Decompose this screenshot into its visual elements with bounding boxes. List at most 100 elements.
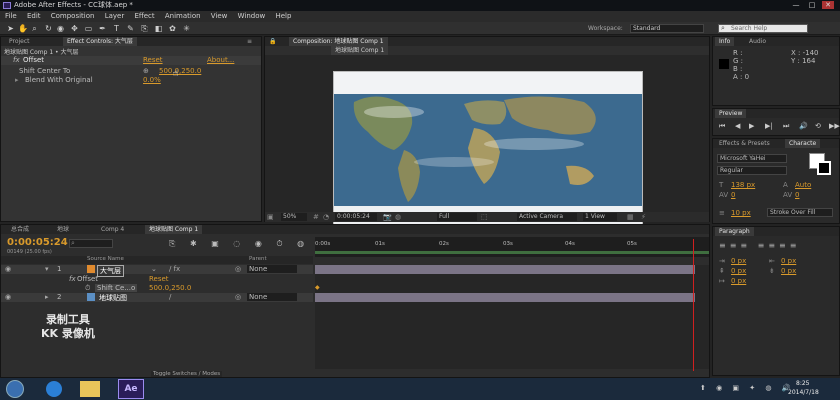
font-size-value[interactable]: 138 px	[731, 181, 755, 189]
target-icon[interactable]: ⊕	[143, 67, 149, 75]
menu-help[interactable]: Help	[275, 12, 291, 20]
layer-expand-icon[interactable]: ▸	[45, 293, 49, 301]
ram-preview-icon[interactable]: ▶▶	[829, 122, 840, 130]
align-buttons[interactable]: ≡≡≡ ≡≡≡≡	[719, 241, 800, 250]
close-button[interactable]: ✕	[822, 1, 834, 9]
hand-tool-icon[interactable]: ✋	[18, 24, 28, 33]
menu-edit[interactable]: Edit	[27, 12, 41, 20]
eye-icon[interactable]: ◉	[5, 265, 11, 273]
menu-effect[interactable]: Effect	[134, 12, 154, 20]
zoom-select[interactable]: 50%	[281, 213, 307, 221]
ie-icon[interactable]	[46, 381, 62, 397]
pan-behind-tool-icon[interactable]: ✥	[70, 24, 79, 33]
resolution-select[interactable]: Full	[437, 213, 477, 221]
selection-tool-icon[interactable]: ➤	[6, 24, 15, 33]
audio-icon[interactable]: 🔊	[799, 122, 808, 130]
playhead-line[interactable]	[693, 239, 694, 371]
roto-tool-icon[interactable]: ✿	[168, 24, 177, 33]
timeline-timecode[interactable]: 0:00:05:24	[7, 237, 68, 248]
keyframe-icon[interactable]: ◆	[315, 284, 320, 291]
tab-timeline-zonghecheng[interactable]: 总合成	[7, 225, 33, 234]
menu-composition[interactable]: Composition	[51, 12, 95, 20]
timeline-effect-name[interactable]: Offset	[77, 275, 98, 283]
stroke-color-swatch[interactable]	[817, 161, 831, 175]
roi-icon[interactable]: ⬚	[481, 213, 488, 221]
play-icon[interactable]: ▶	[749, 122, 754, 130]
tray-icons[interactable]: ⬆ ◉ ▣ ✦ ◍ 🔊	[700, 384, 794, 392]
layer-expand-icon[interactable]: ▾	[45, 265, 49, 273]
work-area-bar[interactable]	[315, 251, 709, 254]
mask-icon[interactable]: ◔	[323, 213, 329, 221]
fast-previews-icon[interactable]: ⚡	[641, 213, 646, 221]
menu-animation[interactable]: Animation	[165, 12, 201, 20]
channel-icon[interactable]: ◍	[395, 213, 401, 221]
grid-icon[interactable]: #	[313, 213, 319, 221]
views-select[interactable]: 1 View	[583, 213, 617, 221]
rect-mask-tool-icon[interactable]: ▭	[84, 24, 93, 33]
tab-effects-presets[interactable]: Effects & Presets	[715, 139, 774, 148]
kerning-value[interactable]: 0	[731, 191, 735, 199]
tab-info[interactable]: Info	[715, 37, 735, 46]
panel-menu-icon[interactable]: ≡	[247, 37, 252, 46]
stroke-mode-select[interactable]: Stroke Over Fill	[767, 208, 833, 217]
fx-icon[interactable]: fx	[13, 56, 20, 64]
maximize-button[interactable]: □	[806, 1, 818, 9]
space-before-value[interactable]: 0 px	[731, 267, 746, 275]
effect-reset-link[interactable]: Reset	[143, 56, 163, 64]
tab-timeline-diqiu[interactable]: 地球	[53, 225, 73, 234]
expand-arrow-icon[interactable]: ▸	[15, 76, 19, 84]
eraser-tool-icon[interactable]: ◧	[154, 24, 163, 33]
timeline-search-input[interactable]	[69, 239, 113, 248]
effect-about-link[interactable]: About...	[207, 56, 234, 64]
timeline-effect-reset[interactable]: Reset	[149, 275, 169, 283]
layer-bar-2[interactable]	[315, 293, 695, 302]
comp-subtab[interactable]: 地球贴图 Comp 1	[331, 46, 389, 55]
prev-frame-icon[interactable]: ◀	[735, 122, 740, 130]
menu-layer[interactable]: Layer	[105, 12, 125, 20]
layer-row[interactable]: ◉ ▸ 2 地球贴图 / ◎ None	[1, 293, 313, 302]
camera-select[interactable]: Active Camera	[517, 213, 577, 221]
pen-tool-icon[interactable]: ✒	[98, 24, 107, 33]
clone-tool-icon[interactable]: ⎘	[140, 24, 149, 33]
lock-icon[interactable]: 🔒	[269, 37, 276, 46]
menu-view[interactable]: View	[211, 12, 228, 20]
stopwatch-icon[interactable]: ⏱	[85, 284, 90, 293]
layer-parent-select[interactable]: None	[247, 293, 297, 301]
first-frame-icon[interactable]: ⏮	[719, 122, 725, 131]
tab-timeline-comp1[interactable]: 地球贴图 Comp 1	[145, 225, 203, 234]
prop-blend-value[interactable]: 0.0%	[143, 76, 161, 84]
ae-taskbar-icon[interactable]: Ae	[118, 379, 144, 399]
font-style-select[interactable]: Regular	[717, 166, 787, 175]
last-frame-icon[interactable]: ⏭	[783, 122, 789, 131]
layer-name[interactable]: 地球贴图	[99, 293, 127, 303]
toggle-pixel-icon[interactable]: ▦	[627, 213, 634, 221]
comp-viewer-frame[interactable]	[333, 71, 643, 235]
workspace-select[interactable]: Standard	[630, 24, 704, 33]
always-preview-icon[interactable]: ▣	[267, 213, 274, 221]
start-button[interactable]	[6, 380, 24, 398]
next-frame-icon[interactable]: ▶|	[765, 122, 773, 130]
menu-window[interactable]: Window	[238, 12, 266, 20]
time-ruler[interactable]: 0:00s 01s 02s 03s 04s 05s	[315, 237, 709, 257]
zoom-tool-icon[interactable]: ⌕	[30, 24, 39, 33]
tab-character[interactable]: Characte	[785, 139, 821, 148]
rotate-tool-icon[interactable]: ↻	[44, 24, 53, 33]
minimize-button[interactable]: —	[790, 1, 802, 9]
tab-effect-controls[interactable]: Effect Controls: 大气层	[63, 37, 137, 46]
puppet-tool-icon[interactable]: ✳	[182, 24, 191, 33]
layer-bar-1[interactable]	[315, 265, 695, 274]
tab-preview[interactable]: Preview	[715, 109, 747, 118]
menu-file[interactable]: File	[5, 12, 17, 20]
toggle-switches-modes-button[interactable]: Toggle Switches / Modes	[151, 371, 223, 377]
explorer-icon[interactable]	[80, 381, 100, 397]
search-help-input[interactable]: Search Help	[718, 24, 808, 33]
fx-switch-icon[interactable]: /	[169, 293, 171, 301]
current-time-display[interactable]: 0:00:05:24	[335, 213, 377, 221]
parent-pickwhip-icon[interactable]: ◎	[235, 293, 241, 301]
text-tool-icon[interactable]: T	[112, 24, 121, 33]
snapshot-icon[interactable]: 📷	[383, 213, 392, 221]
parent-pickwhip-icon[interactable]: ◎	[235, 265, 241, 273]
timeline-prop-value[interactable]: 500.0,250.0	[149, 284, 191, 292]
eye-icon[interactable]: ◉	[5, 293, 11, 301]
timeline-prop-name[interactable]: Shift Ce...o	[95, 284, 138, 292]
